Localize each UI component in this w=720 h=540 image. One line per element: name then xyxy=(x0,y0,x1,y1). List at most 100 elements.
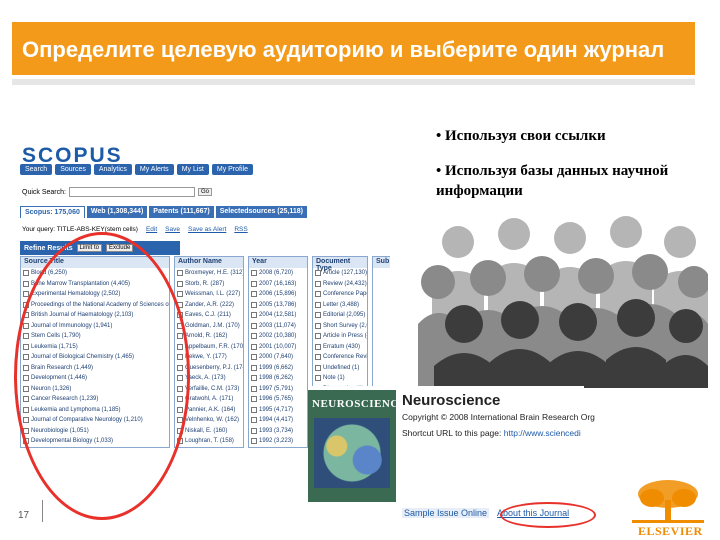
filter-checkbox[interactable] xyxy=(315,333,321,340)
year-item[interactable]: 2000 (7,640) xyxy=(249,352,307,363)
nav-tab-analytics[interactable]: Analytics xyxy=(93,164,132,175)
document-type-item[interactable]: Article in Press (441) xyxy=(313,331,367,342)
author-name-item[interactable]: Weissman, I.L. (227) xyxy=(175,289,243,300)
nav-tab-profile[interactable]: My Profile xyxy=(211,164,253,175)
document-type-item[interactable]: Conference Review (20) xyxy=(313,352,367,363)
nav-tab-search[interactable]: Search xyxy=(20,164,53,175)
filter-checkbox[interactable] xyxy=(251,270,257,277)
shortcut-url-link[interactable]: http://www.sciencedi xyxy=(504,428,581,438)
year-item[interactable]: 2004 (12,581) xyxy=(249,310,307,321)
filter-checkbox[interactable] xyxy=(251,364,257,371)
go-button[interactable]: Go xyxy=(197,188,212,196)
filter-checkbox[interactable] xyxy=(177,280,183,287)
year-item[interactable]: 1997 (5,791) xyxy=(249,384,307,395)
author-name-item[interactable]: Loughran, T. (158) xyxy=(175,436,243,447)
filter-checkbox[interactable] xyxy=(251,322,257,329)
document-type-item[interactable]: Review (24,432) xyxy=(313,279,367,290)
nav-tab-sources[interactable]: Sources xyxy=(55,164,91,175)
year-item-label: 2001 (10,007) xyxy=(259,343,297,350)
filter-checkbox[interactable] xyxy=(315,322,321,329)
document-type-item[interactable]: Letter (3,488) xyxy=(313,300,367,311)
document-type-item-label: Note (1) xyxy=(323,375,345,381)
year-item[interactable]: 1998 (6,262) xyxy=(249,373,307,384)
filter-checkbox[interactable] xyxy=(315,270,321,277)
document-type-item[interactable]: Conference Paper (8,330) xyxy=(313,289,367,300)
year-item[interactable]: 1995 (4,717) xyxy=(249,405,307,416)
save-query-link[interactable]: Save xyxy=(165,226,180,233)
filter-checkbox[interactable] xyxy=(251,291,257,298)
filter-checkbox[interactable] xyxy=(251,301,257,308)
year-item-label: 2002 (10,380) xyxy=(259,333,297,339)
audience-silhouettes-icon xyxy=(418,216,708,388)
sample-issue-link[interactable]: Sample Issue Online xyxy=(402,508,490,518)
year-item-label: 1996 (5,765) xyxy=(259,396,294,402)
nav-tab-alerts[interactable]: My Alerts xyxy=(134,164,174,175)
filter-checkbox[interactable] xyxy=(251,354,257,361)
filter-checkbox[interactable] xyxy=(315,312,321,319)
year-item-label: 2004 (12,581) xyxy=(259,312,297,318)
rss-link[interactable]: RSS xyxy=(234,226,247,233)
document-type-item[interactable]: Short Survey (2,647) xyxy=(313,321,367,332)
filter-checkbox[interactable] xyxy=(251,438,257,445)
year-item-label: 2000 (7,640) xyxy=(259,354,294,360)
save-alert-link[interactable]: Save as Alert xyxy=(188,226,226,233)
author-name-item[interactable]: Eaves, C.J. (211) xyxy=(175,310,243,321)
year-item[interactable]: 2002 (10,380) xyxy=(249,331,307,342)
year-item[interactable]: 2003 (11,074) xyxy=(249,321,307,332)
author-name-item[interactable]: Zander, A.R. (222) xyxy=(175,300,243,311)
filter-checkbox[interactable] xyxy=(315,343,321,350)
tab-web-results[interactable]: Web (1,308,344) xyxy=(86,206,148,218)
year-item[interactable]: 1999 (6,662) xyxy=(249,363,307,374)
filter-checkbox[interactable] xyxy=(315,280,321,287)
filter-checkbox[interactable] xyxy=(315,364,321,371)
filter-checkbox[interactable] xyxy=(23,280,29,287)
filter-checkbox[interactable] xyxy=(315,301,321,308)
year-item[interactable]: 1993 (3,734) xyxy=(249,426,307,437)
author-name-item-label: Goldman, J.M. (170) xyxy=(185,322,240,329)
document-type-item[interactable]: Erratum (430) xyxy=(313,342,367,353)
tab-scopus-results[interactable]: Scopus: 175,060 xyxy=(20,206,85,218)
filter-checkbox[interactable] xyxy=(251,417,257,424)
filter-checkbox[interactable] xyxy=(251,343,257,350)
author-name-item-label: Broxmeyer, H.E. (312) xyxy=(185,270,243,276)
author-name-item-label: Zander, A.R. (222) xyxy=(185,301,235,308)
tab-selected-sources[interactable]: Selectedsources (25,118) xyxy=(215,206,307,218)
document-type-item[interactable]: Undefined (1) xyxy=(313,363,367,374)
filter-checkbox[interactable] xyxy=(315,354,321,361)
quick-search-input[interactable] xyxy=(68,187,195,197)
year-item[interactable]: 2001 (10,007) xyxy=(249,342,307,353)
year-item[interactable]: 2006 (15,896) xyxy=(249,289,307,300)
filter-checkbox[interactable] xyxy=(251,396,257,403)
year-item[interactable]: 1992 (3,223) xyxy=(249,436,307,447)
year-item-label: 2003 (11,074) xyxy=(259,322,296,329)
slide-title: Определите целевую аудиторию и выберите … xyxy=(22,37,665,62)
author-name-item[interactable]: Niskall, E. (160) xyxy=(175,426,243,437)
year-item[interactable]: 1994 (4,417) xyxy=(249,415,307,426)
author-name-item[interactable]: Storb, R. (287) xyxy=(175,279,243,290)
filter-checkbox[interactable] xyxy=(251,375,257,382)
author-name-item-label: Loughran, T. (158) xyxy=(185,438,234,444)
filter-checkbox[interactable] xyxy=(251,385,257,392)
filter-checkbox[interactable] xyxy=(251,427,257,434)
nav-tab-list[interactable]: My List xyxy=(176,164,209,175)
year-item[interactable]: 1996 (5,765) xyxy=(249,394,307,405)
filter-checkbox[interactable] xyxy=(315,291,321,298)
year-item[interactable]: 2005 (13,786) xyxy=(249,300,307,311)
filter-checkbox[interactable] xyxy=(251,333,257,340)
author-name-item[interactable]: Broxmeyer, H.E. (312) xyxy=(175,268,243,279)
filter-checkbox[interactable] xyxy=(177,270,183,277)
author-name-item-label: Quesenberry, P.J. (174) xyxy=(185,364,243,371)
edit-query-link[interactable]: Edit xyxy=(146,226,157,233)
filter-checkbox[interactable] xyxy=(23,270,29,277)
filter-checkbox[interactable] xyxy=(315,375,321,382)
tab-patents[interactable]: Patents (111,667) xyxy=(149,206,214,218)
year-item[interactable]: 2007 (16,163) xyxy=(249,279,307,290)
year-item[interactable]: 2008 (6,720) xyxy=(249,268,307,279)
filter-checkbox[interactable] xyxy=(177,291,183,298)
document-type-item[interactable]: Editorial (2,095) xyxy=(313,310,367,321)
filter-checkbox[interactable] xyxy=(251,280,257,287)
document-type-item[interactable]: Note (1) xyxy=(313,373,367,384)
filter-checkbox[interactable] xyxy=(251,312,257,319)
filter-checkbox[interactable] xyxy=(251,406,257,413)
author-name-item-label: Arnold, R. (162) xyxy=(185,333,228,339)
